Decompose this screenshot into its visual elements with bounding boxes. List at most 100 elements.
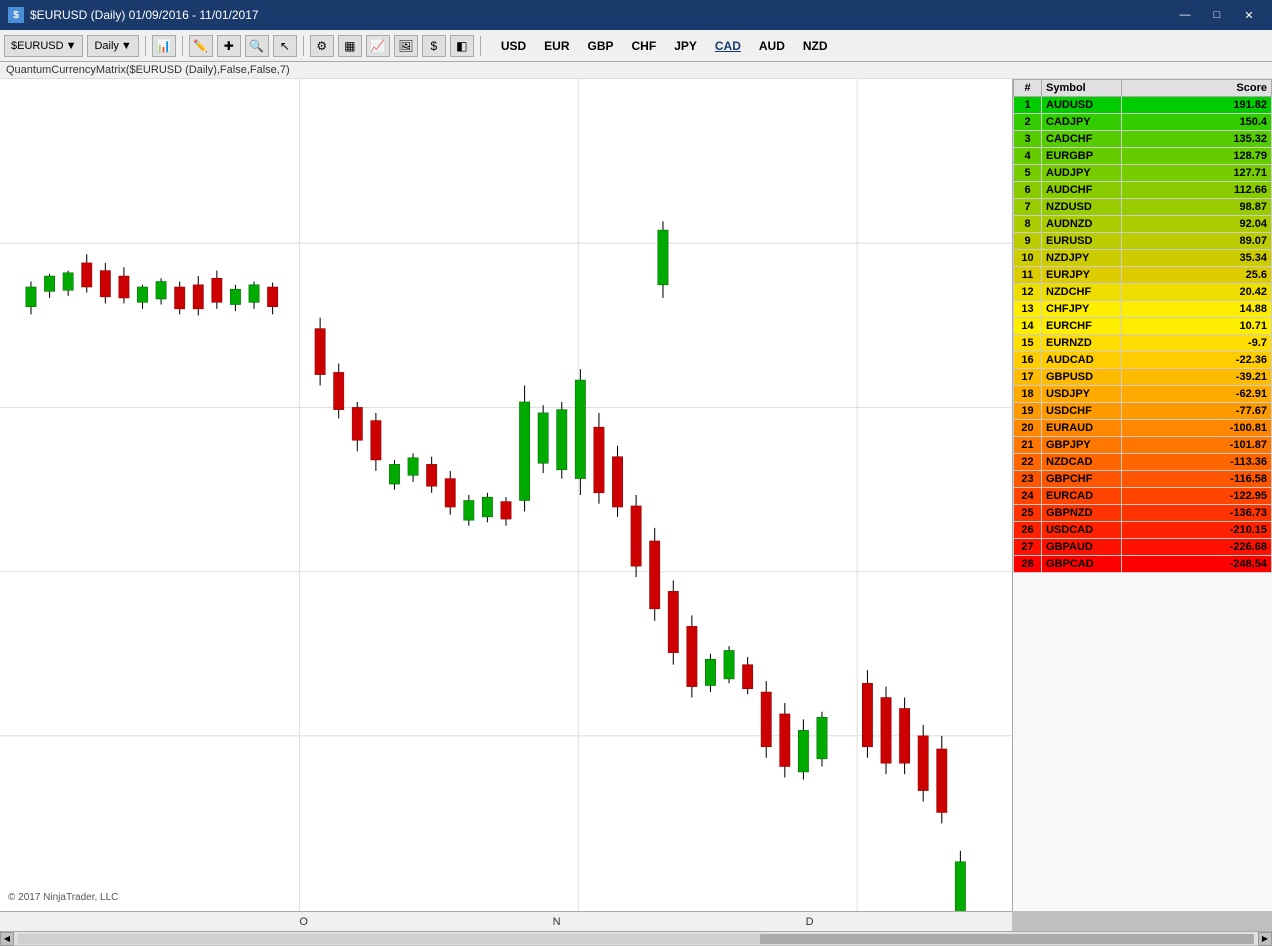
rank-cell: 9 bbox=[1014, 233, 1042, 250]
symbol-cell: EURAUD bbox=[1042, 420, 1122, 437]
table-row[interactable]: 15EURNZD-9.7 bbox=[1014, 335, 1272, 352]
rank-cell: 25 bbox=[1014, 505, 1042, 522]
score-cell: 128.79 bbox=[1122, 148, 1272, 165]
table-row[interactable]: 8AUDNZD92.04 bbox=[1014, 216, 1272, 233]
time-label: D bbox=[806, 916, 814, 928]
score-cell: -122.95 bbox=[1122, 488, 1272, 505]
symbol-cell: GBPNZD bbox=[1042, 505, 1122, 522]
currency-tab-nzd[interactable]: NZD bbox=[799, 37, 832, 55]
score-cell: 191.82 bbox=[1122, 97, 1272, 114]
table-row[interactable]: 6AUDCHF112.66 bbox=[1014, 182, 1272, 199]
table-row[interactable]: 14EURCHF10.71 bbox=[1014, 318, 1272, 335]
separator-2 bbox=[182, 36, 183, 56]
chart-type-button[interactable]: 📊 bbox=[152, 35, 176, 57]
title-bar: $ $EURUSD (Daily) 01/09/2016 - 11/01/201… bbox=[0, 0, 1272, 30]
symbol-selector[interactable]: $EURUSD ▼ bbox=[4, 35, 83, 57]
chart-button[interactable]: 📈 bbox=[366, 35, 390, 57]
pointer-button[interactable]: ↖ bbox=[273, 35, 297, 57]
table-row[interactable]: 25GBPNZD-136.73 bbox=[1014, 505, 1272, 522]
table-row[interactable]: 12NZDCHF20.42 bbox=[1014, 284, 1272, 301]
symbol-cell: USDCHF bbox=[1042, 403, 1122, 420]
currency-tab-cad[interactable]: CAD bbox=[711, 37, 745, 55]
currency-tab-eur[interactable]: EUR bbox=[540, 37, 573, 55]
copyright-label: © 2017 NinjaTrader, LLC bbox=[8, 892, 118, 903]
time-label: O bbox=[299, 916, 308, 928]
table-row[interactable]: 26USDCAD-210.15 bbox=[1014, 522, 1272, 539]
score-cell: 10.71 bbox=[1122, 318, 1272, 335]
chart-area[interactable]: © 2017 NinjaTrader, LLC bbox=[0, 79, 1012, 911]
table-row[interactable]: 2CADJPY150.4 bbox=[1014, 114, 1272, 131]
zoom-button[interactable]: 🔍 bbox=[245, 35, 269, 57]
table-row[interactable]: 18USDJPY-62.91 bbox=[1014, 386, 1272, 403]
symbol-cell: CADCHF bbox=[1042, 131, 1122, 148]
timeframe-selector[interactable]: Daily ▼ bbox=[87, 35, 138, 57]
draw-tool-button[interactable]: ✏️ bbox=[189, 35, 213, 57]
score-cell: 25.6 bbox=[1122, 267, 1272, 284]
score-cell: -22.36 bbox=[1122, 352, 1272, 369]
currency-tab-jpy[interactable]: JPY bbox=[670, 37, 701, 55]
table-row[interactable]: 23GBPCHF-116.58 bbox=[1014, 471, 1272, 488]
table-row[interactable]: 19USDCHF-77.67 bbox=[1014, 403, 1272, 420]
symbol-cell: USDCAD bbox=[1042, 522, 1122, 539]
window-title: $EURUSD (Daily) 01/09/2016 - 11/01/2017 bbox=[30, 8, 259, 22]
symbol-cell: EURNZD bbox=[1042, 335, 1122, 352]
rank-cell: 1 bbox=[1014, 97, 1042, 114]
score-cell: 35.34 bbox=[1122, 250, 1272, 267]
chart-scrollbar[interactable]: ◀ ▶ bbox=[0, 931, 1272, 945]
currency-tab-usd[interactable]: USD bbox=[497, 37, 530, 55]
crosshair-button[interactable]: ✚ bbox=[217, 35, 241, 57]
currency-tab-chf[interactable]: CHF bbox=[628, 37, 661, 55]
symbol-cell: GBPCAD bbox=[1042, 556, 1122, 573]
symbol-cell: NZDUSD bbox=[1042, 199, 1122, 216]
scroll-thumb[interactable] bbox=[760, 934, 1254, 944]
table-row[interactable]: 24EURCAD-122.95 bbox=[1014, 488, 1272, 505]
scroll-track[interactable] bbox=[18, 934, 1254, 944]
minimize-button[interactable]: — bbox=[1170, 5, 1200, 25]
table-row[interactable]: 16AUDCAD-22.36 bbox=[1014, 352, 1272, 369]
symbol-cell: NZDCAD bbox=[1042, 454, 1122, 471]
symbol-cell: EURGBP bbox=[1042, 148, 1122, 165]
rank-cell: 11 bbox=[1014, 267, 1042, 284]
score-cell: -39.21 bbox=[1122, 369, 1272, 386]
table-row[interactable]: 7NZDUSD98.87 bbox=[1014, 199, 1272, 216]
dollar-button[interactable]: $ bbox=[422, 35, 446, 57]
separator-4 bbox=[480, 36, 481, 56]
table-row[interactable]: 22NZDCAD-113.36 bbox=[1014, 454, 1272, 471]
table-row[interactable]: 21GBPJPY-101.87 bbox=[1014, 437, 1272, 454]
score-cell: 127.71 bbox=[1122, 165, 1272, 182]
grid-button[interactable]: ▦ bbox=[338, 35, 362, 57]
maximize-button[interactable]: □ bbox=[1202, 5, 1232, 25]
close-button[interactable]: ✕ bbox=[1234, 5, 1264, 25]
scroll-left-button[interactable]: ◀ bbox=[0, 932, 14, 946]
score-cell: -248.54 bbox=[1122, 556, 1272, 573]
table-row[interactable]: 10NZDJPY35.34 bbox=[1014, 250, 1272, 267]
rank-cell: 19 bbox=[1014, 403, 1042, 420]
indicator-button[interactable]: ◧ bbox=[450, 35, 474, 57]
symbol-cell: GBPJPY bbox=[1042, 437, 1122, 454]
rank-cell: 10 bbox=[1014, 250, 1042, 267]
table-row[interactable]: 3CADCHF135.32 bbox=[1014, 131, 1272, 148]
rank-cell: 22 bbox=[1014, 454, 1042, 471]
table-row[interactable]: 20EURAUD-100.81 bbox=[1014, 420, 1272, 437]
image-button[interactable]: 🖼 bbox=[394, 35, 418, 57]
indicator-label: QuantumCurrencyMatrix($EURUSD (Daily),Fa… bbox=[0, 62, 1272, 79]
rank-cell: 18 bbox=[1014, 386, 1042, 403]
score-cell: -62.91 bbox=[1122, 386, 1272, 403]
scroll-right-button[interactable]: ▶ bbox=[1258, 932, 1272, 946]
table-row[interactable]: 5AUDJPY127.71 bbox=[1014, 165, 1272, 182]
symbol-cell: USDJPY bbox=[1042, 386, 1122, 403]
score-cell: -116.58 bbox=[1122, 471, 1272, 488]
main-content: © 2017 NinjaTrader, LLC # Symbol Score 1… bbox=[0, 79, 1272, 911]
time-label: N bbox=[553, 916, 561, 928]
table-row[interactable]: 9EURUSD89.07 bbox=[1014, 233, 1272, 250]
currency-tab-aud[interactable]: AUD bbox=[755, 37, 789, 55]
table-row[interactable]: 17GBPUSD-39.21 bbox=[1014, 369, 1272, 386]
table-row[interactable]: 13CHFJPY14.88 bbox=[1014, 301, 1272, 318]
properties-button[interactable]: ⚙ bbox=[310, 35, 334, 57]
table-row[interactable]: 28GBPCAD-248.54 bbox=[1014, 556, 1272, 573]
table-row[interactable]: 27GBPAUD-226.68 bbox=[1014, 539, 1272, 556]
table-row[interactable]: 4EURGBP128.79 bbox=[1014, 148, 1272, 165]
table-row[interactable]: 11EURJPY25.6 bbox=[1014, 267, 1272, 284]
currency-tab-gbp[interactable]: GBP bbox=[584, 37, 618, 55]
table-row[interactable]: 1AUDUSD191.82 bbox=[1014, 97, 1272, 114]
